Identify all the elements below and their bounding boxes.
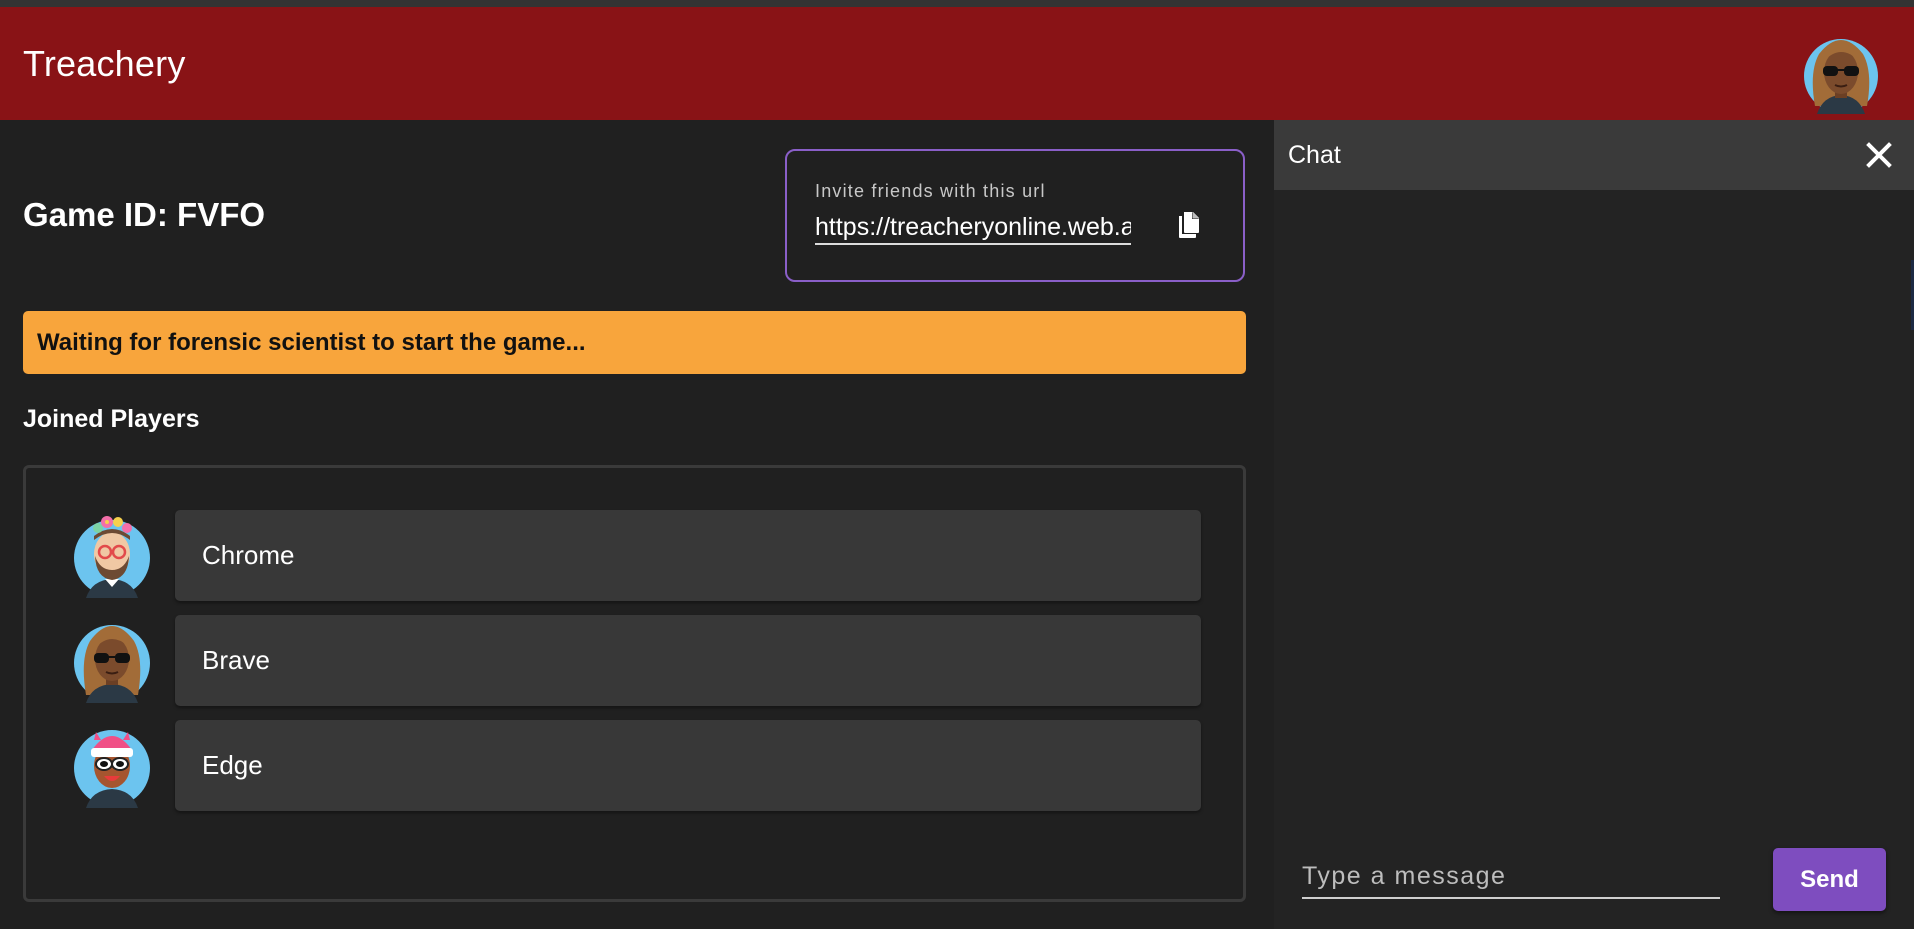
app-bar: Treachery [0,7,1914,120]
browser-top-strip [0,0,1914,7]
invite-url-field: Invite friends with this url [785,149,1245,282]
chat-title: Chat [1288,140,1341,169]
chat-header: Chat [1274,120,1914,190]
player-card: Brave [175,615,1201,706]
player-name: Edge [202,750,263,780]
chat-panel: Chat Send [1274,120,1914,929]
player-name: Chrome [202,540,295,570]
list-item: Edge [74,720,1204,811]
player-card: Chrome [175,510,1201,601]
status-message: Waiting for forensic scientist to start … [37,328,586,356]
send-button[interactable]: Send [1773,848,1886,911]
joined-players-title: Joined Players [23,405,200,433]
avatar-sunglasses-long-hair-icon [74,615,156,706]
players-list: Chrome Brave Edge [23,465,1246,902]
list-item: Chrome [74,510,1204,601]
player-name: Brave [202,645,270,675]
game-lobby: Game ID: FVFO Invite friends with this u… [0,120,1274,929]
chat-message-input[interactable] [1302,855,1720,899]
player-card: Edge [175,720,1201,811]
invite-url-input[interactable] [815,211,1131,245]
avatar-bearded-flower-crown-icon [74,510,156,601]
close-icon[interactable] [1862,138,1896,172]
invite-url-label: Invite friends with this url [815,181,1046,201]
game-id-heading: Game ID: FVFO [23,196,266,233]
user-avatar-icon[interactable] [1803,32,1879,115]
app-title: Treachery [23,42,186,84]
avatar-pink-beanie-sunglasses-icon [74,720,156,811]
status-banner: Waiting for forensic scientist to start … [23,311,1246,374]
list-item: Brave [74,615,1204,706]
copy-icon[interactable] [1171,205,1207,245]
